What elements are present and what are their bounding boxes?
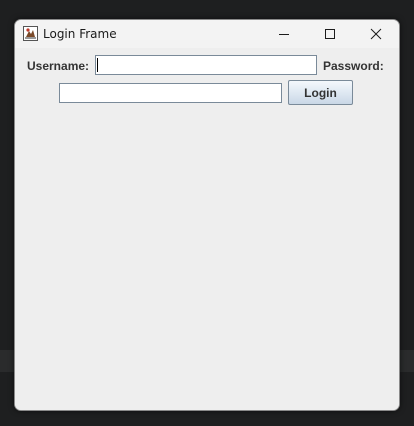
content-pane: Username: Password: Login [15, 48, 399, 410]
window-title: Login Frame [43, 27, 117, 41]
close-icon [370, 28, 382, 40]
login-window: Login Frame Username: Password: Login [14, 19, 400, 411]
java-app-icon [23, 26, 38, 41]
maximize-button[interactable] [307, 20, 353, 48]
text-caret [97, 58, 98, 72]
login-button[interactable]: Login [288, 80, 353, 105]
close-button[interactable] [353, 20, 399, 48]
password-label: Password: [323, 59, 384, 73]
password-field[interactable] [59, 83, 282, 103]
minimize-button[interactable] [261, 20, 307, 48]
desktop: Login Frame Username: Password: Login [0, 0, 414, 426]
username-field[interactable] [95, 55, 317, 75]
maximize-icon [325, 29, 335, 39]
username-label: Username: [27, 59, 90, 73]
minimize-icon [279, 34, 289, 35]
title-bar[interactable]: Login Frame [15, 20, 399, 48]
